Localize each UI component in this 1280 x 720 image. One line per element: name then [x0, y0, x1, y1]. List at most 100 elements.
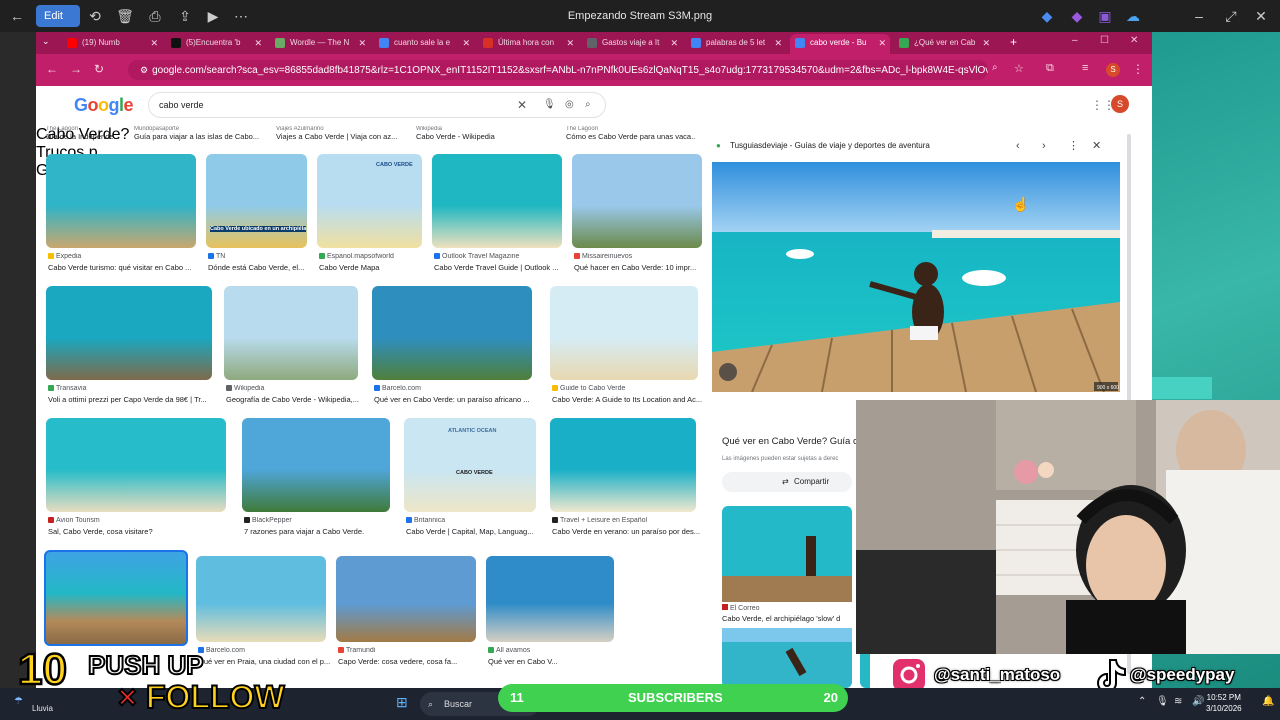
result-thumbnail[interactable] [44, 550, 188, 646]
tab-close-icon[interactable]: ✕ [566, 34, 574, 52]
result-caption[interactable]: Mundopasaporte Guía para viajar a las isl… [134, 126, 264, 141]
result-thumbnail[interactable] [196, 556, 326, 642]
result-thumbnail[interactable] [46, 418, 226, 512]
result-caption[interactable]: Viajes Azulmarino Viajes a Cabo Verde | V… [276, 126, 406, 141]
result-thumbnail[interactable] [550, 286, 698, 380]
volume-icon[interactable]: 🔊 [1192, 696, 1204, 707]
result-title[interactable]: Cabo Verde turismo: qué visitar en Cabo … [48, 263, 208, 272]
result-thumbnail[interactable] [224, 286, 358, 380]
tab-close-icon[interactable]: ✕ [254, 34, 262, 52]
wifi-icon[interactable]: ≋ [1174, 696, 1182, 707]
notifications-icon[interactable]: 🔔 [1262, 696, 1274, 707]
tab-list-icon[interactable]: ⌄ [42, 36, 50, 47]
preview-more-icon[interactable]: ⋮ [1068, 136, 1079, 156]
forward-icon[interactable]: → [70, 62, 82, 76]
browser-tab[interactable]: cabo verde - Bu ✕ [790, 34, 890, 54]
system-tray-chevron-icon[interactable]: ⌃ [1138, 696, 1146, 707]
reading-list-icon[interactable]: ≡ [1082, 62, 1088, 74]
related-image-2[interactable] [722, 628, 852, 688]
tab-close-icon[interactable]: ✕ [670, 34, 678, 52]
share-button[interactable]: ⇄ Compartir [722, 472, 852, 492]
result-title[interactable]: Capo Verde: cosa vedere, cosa fa... [338, 657, 488, 666]
tab-close-icon[interactable]: ✕ [150, 34, 158, 52]
minimize-icon[interactable]: – [1188, 5, 1210, 27]
site-info-icon[interactable]: ⚙ [140, 65, 148, 75]
result-thumbnail[interactable] [242, 418, 390, 512]
editor-app-icon[interactable]: ◆ [1036, 5, 1058, 27]
close-preview-icon[interactable]: ✕ [1092, 136, 1101, 156]
result-thumbnail[interactable] [572, 154, 702, 248]
browser-tab[interactable]: cuanto sale la e ✕ [374, 34, 474, 54]
result-thumbnail[interactable] [317, 154, 422, 248]
browser-tab[interactable]: (5)Encuentra 'b ✕ [166, 34, 266, 54]
url-field[interactable]: ⚙ google.com/search?sca_esv=86855dad8fb41… [128, 60, 988, 80]
taskbar-clock[interactable]: 10:52 PM 3/10/2026 [1206, 692, 1242, 714]
next-image-icon[interactable]: › [1042, 136, 1046, 156]
result-thumbnail[interactable] [550, 418, 696, 512]
tab-close-icon[interactable]: ✕ [358, 34, 366, 52]
preview-title[interactable]: Qué ver en Cabo Verde? Guía co [722, 436, 863, 447]
browser-tab[interactable]: Wordle — The N ✕ [270, 34, 370, 54]
search-icon[interactable]: ⌕ [585, 93, 591, 117]
browser-tab[interactable]: Gastos viaje a It ✕ [582, 34, 682, 54]
tab-close-icon[interactable]: ✕ [774, 34, 782, 52]
maximize-browser-icon[interactable]: ☐ [1100, 35, 1109, 46]
result-title[interactable]: Qué ver en Cabo V... [488, 657, 626, 666]
tab-close-icon[interactable]: ✕ [878, 34, 886, 52]
result-title[interactable]: Dónde está Cabo Verde, el... [208, 263, 319, 272]
tab-close-icon[interactable]: ✕ [462, 34, 470, 52]
result-title[interactable]: Qué hacer en Cabo Verde: 10 impr... [574, 263, 706, 272]
result-title[interactable]: 7 razones para viajar a Cabo Verde. [244, 527, 402, 536]
zoom-icon[interactable]: ⌕ [992, 62, 998, 73]
result-thumbnail[interactable] [206, 154, 307, 248]
search-input[interactable]: cabo verde ✕ 🎙 ◎ ⌕ [148, 92, 606, 118]
result-thumbnail[interactable] [46, 286, 212, 380]
minimize-browser-icon[interactable]: – [1072, 35, 1078, 46]
copilot-icon[interactable]: ◆ [1066, 5, 1088, 27]
browser-tab[interactable]: ¿Qué ver en Cab ✕ [894, 34, 994, 54]
preview-source[interactable]: Tusguiasdeviaje - Guías de viaje y depor… [730, 141, 930, 150]
bookmark-star-icon[interactable]: ☆ [1014, 62, 1024, 75]
result-thumbnail[interactable] [336, 556, 476, 642]
related-image-1[interactable] [722, 506, 852, 602]
back-icon[interactable]: ← [46, 62, 58, 76]
result-thumbnail[interactable] [486, 556, 614, 642]
result-title[interactable]: Cabo Verde Mapa [319, 263, 434, 272]
result-title[interactable]: Cabo Verde: A Guide to Its Location and … [552, 395, 706, 404]
restore-icon[interactable]: ⤢ [1220, 5, 1242, 27]
browser-tab[interactable]: Última hora con ✕ [478, 34, 578, 54]
mic-icon[interactable]: 🎙 [1156, 696, 1169, 707]
onedrive-icon[interactable]: ☁ [1122, 5, 1144, 27]
lens-icon[interactable]: ◎ [565, 93, 574, 117]
extensions-icon[interactable]: ⧉ [1046, 62, 1054, 75]
browser-tab[interactable]: (19) Numb ✕ [62, 34, 162, 54]
voice-search-icon[interactable]: 🎙 [543, 93, 556, 117]
result-caption[interactable]: Wikipedia Cabo Verde - Wikipedia [416, 126, 546, 141]
result-title[interactable]: Qué ver en Cabo Verde: un paraíso africa… [374, 395, 544, 404]
reload-icon[interactable]: ↻ [94, 62, 104, 76]
start-icon[interactable]: ⊞ [396, 694, 408, 711]
result-caption[interactable]: The Lagoon Cómo es Cabo Verde para unas v… [566, 126, 696, 141]
google-account-avatar[interactable]: S [1111, 95, 1129, 113]
result-title[interactable]: Cabo Verde Travel Guide | Outlook ... [434, 263, 574, 272]
close-browser-icon[interactable]: ✕ [1130, 35, 1138, 46]
result-thumbnail[interactable] [432, 154, 562, 248]
result-thumbnail[interactable] [372, 286, 532, 380]
close-icon[interactable]: ✕ [1250, 5, 1272, 27]
google-logo[interactable]: Google [74, 95, 134, 116]
profile-avatar[interactable]: S [1106, 63, 1120, 77]
tab-close-icon[interactable]: ✕ [982, 34, 990, 52]
result-title[interactable]: Geografía de Cabo Verde - Wikipedia,... [226, 395, 370, 404]
result-title[interactable]: Voli a ottimi prezzi per Capo Verde da 9… [48, 395, 224, 404]
new-tab-button[interactable]: + [1010, 35, 1017, 49]
browser-menu-icon[interactable]: ⋮ [1132, 62, 1144, 76]
result-title[interactable]: Sal, Cabo Verde, cosa visitare? [48, 527, 238, 536]
previous-image-icon[interactable]: ‹ [1016, 136, 1020, 156]
result-title[interactable]: Cabo Verde | Capital, Map, Languag... [406, 527, 548, 536]
result-title[interactable]: Cabo Verde en verano: un paraíso por des… [552, 527, 706, 536]
clipchamp-icon[interactable]: ▣ [1094, 5, 1116, 27]
preview-image[interactable]: 900 x 600 [712, 162, 1120, 392]
result-thumbnail[interactable] [46, 154, 196, 248]
browser-tab[interactable]: palabras de 5 let ✕ [686, 34, 786, 54]
clear-search-icon[interactable]: ✕ [517, 93, 527, 117]
